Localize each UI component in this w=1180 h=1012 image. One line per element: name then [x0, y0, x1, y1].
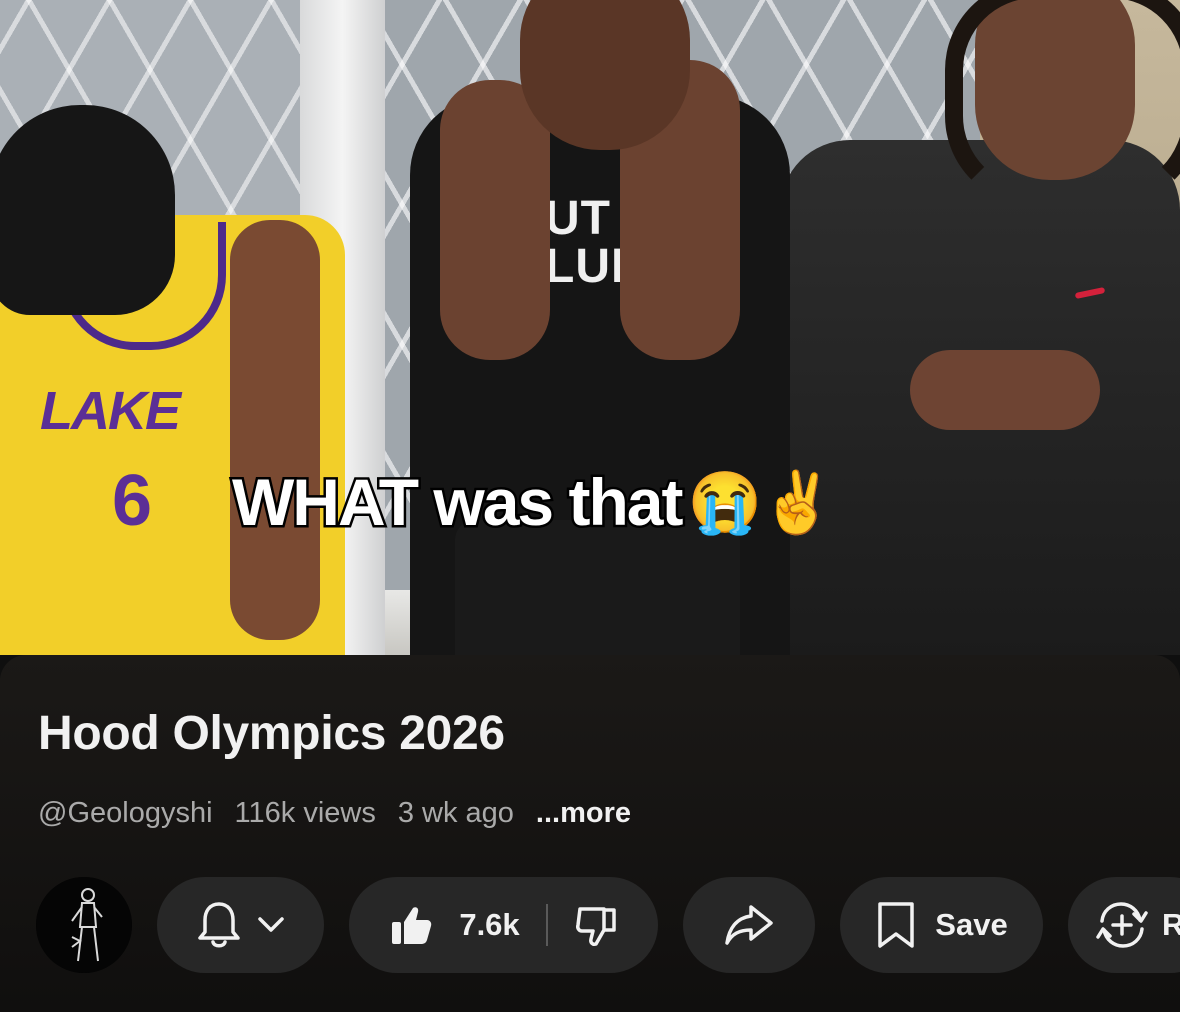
save-button[interactable]: Save — [840, 877, 1043, 973]
video-metadata[interactable]: @Geologyshi 116k views 3 wk ago ...more — [38, 795, 631, 831]
video-caption: WHAT was that 😭✌️ — [229, 462, 834, 542]
bell-icon — [197, 902, 240, 948]
share-arrow-icon — [725, 905, 773, 945]
remix-label: R — [1162, 907, 1180, 942]
share-button[interactable] — [683, 877, 815, 973]
person-center-head — [520, 0, 690, 150]
person-right-hair — [945, 0, 1180, 206]
remix-icon — [1096, 902, 1148, 948]
video-player[interactable]: UT A LUENC LAKE 6 WHAT was that 😭✌️ — [0, 0, 1180, 655]
channel-handle[interactable]: @Geologyshi — [38, 797, 213, 830]
jersey-letters: LAKE — [40, 381, 181, 441]
bookmark-icon — [878, 902, 915, 948]
channel-avatar[interactable] — [36, 877, 132, 973]
person-center-arm-left — [440, 80, 550, 360]
remix-button[interactable]: R — [1068, 877, 1180, 973]
person-right-hands — [910, 350, 1100, 430]
person-left-head — [0, 105, 175, 315]
avatar-figure-icon — [36, 877, 132, 973]
dislike-button[interactable] — [574, 903, 618, 947]
action-bar: 7.6k Save R — [0, 877, 1180, 973]
thumbs-down-icon — [575, 907, 616, 946]
more-link[interactable]: ...more — [536, 797, 631, 830]
like-button[interactable]: 7.6k — [389, 903, 520, 947]
video-title[interactable]: Hood Olympics 2026 — [38, 706, 505, 761]
save-label: Save — [935, 907, 1008, 942]
chevron-down-icon — [257, 917, 284, 932]
like-count: 7.6k — [459, 907, 520, 942]
upload-age: 3 wk ago — [397, 796, 514, 829]
caption-text: WHAT was that — [229, 463, 685, 542]
jersey-number: 6 — [112, 461, 153, 541]
view-count: 116k views — [234, 796, 376, 829]
subscribe-bell-button[interactable] — [157, 877, 324, 973]
like-dislike-group: 7.6k — [349, 877, 658, 973]
person-left-arm — [230, 220, 320, 640]
thumbs-up-icon — [392, 907, 432, 944]
caption-emojis: 😭✌️ — [687, 468, 834, 536]
like-divider — [545, 904, 548, 946]
